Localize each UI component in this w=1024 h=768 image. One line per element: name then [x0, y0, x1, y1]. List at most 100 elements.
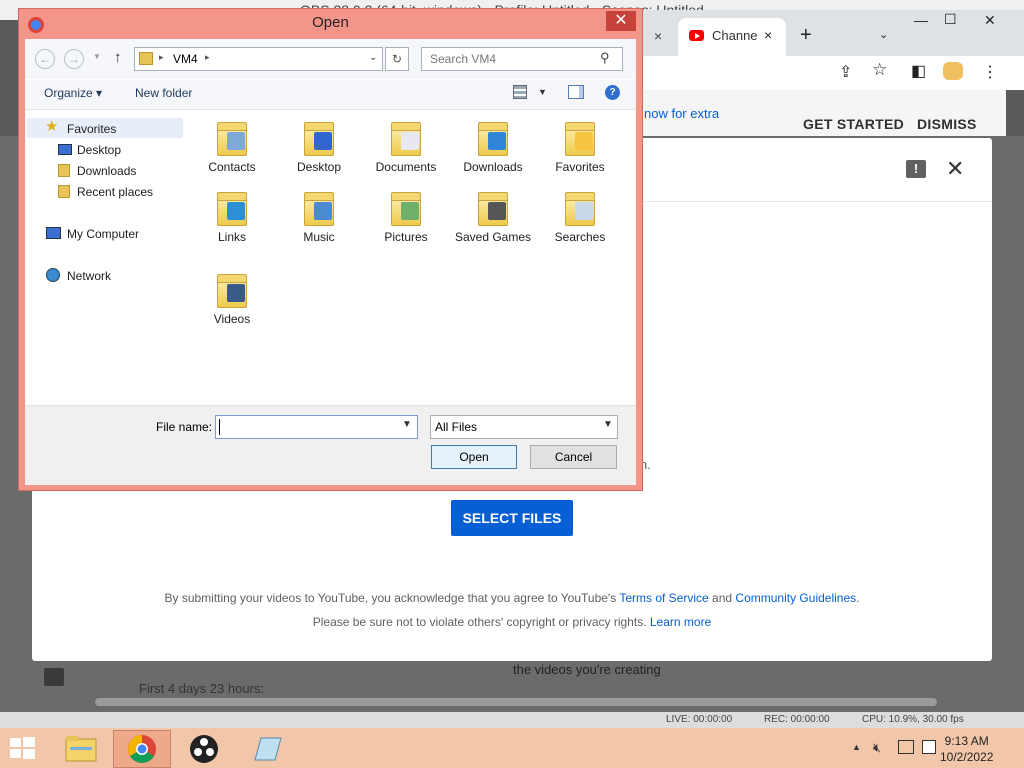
bookmark-star-icon[interactable]: ☆: [872, 60, 887, 80]
folder-item-favorites[interactable]: Favorites: [540, 118, 620, 175]
sidebar-item-downloads[interactable]: Downloads: [77, 164, 136, 178]
sidebar-item-recent-places[interactable]: Recent places: [77, 185, 153, 199]
new-tab-icon[interactable]: +: [800, 24, 812, 47]
address-dropdown-icon[interactable]: ⌄: [369, 52, 377, 63]
minimize-icon[interactable]: —: [914, 12, 928, 28]
folder-item-videos[interactable]: Videos: [192, 270, 272, 327]
up-level-icon[interactable]: ↑: [114, 49, 122, 66]
file-name-input[interactable]: [215, 415, 418, 439]
file-type-dropdown-icon[interactable]: ▼: [603, 419, 613, 430]
folder-item-links[interactable]: Links: [192, 188, 272, 245]
dialog-close-button[interactable]: ✕: [606, 11, 636, 31]
preview-pane-icon[interactable]: [568, 85, 584, 99]
dismiss-button[interactable]: DISMISS: [917, 116, 977, 132]
sidebar-item-desktop[interactable]: Desktop: [77, 143, 121, 157]
search-input[interactable]: Search VM4: [421, 47, 623, 71]
folder-icon: [563, 118, 597, 158]
taskbar-clock[interactable]: 9:13 AM 10/2/2022: [940, 733, 993, 765]
chrome-taskbar-icon[interactable]: [113, 730, 171, 768]
community-guidelines-link[interactable]: Community Guidelines: [735, 591, 856, 605]
folder-icon: [302, 188, 336, 228]
select-files-button[interactable]: SELECT FILES: [451, 500, 573, 536]
folder-item-desktop[interactable]: Desktop: [279, 118, 359, 175]
tab-search-chevron-icon[interactable]: ⌄: [879, 28, 888, 41]
notepad-taskbar-icon[interactable]: [237, 730, 295, 768]
open-button[interactable]: Open: [431, 445, 517, 469]
folder-item-pictures[interactable]: Pictures: [366, 188, 446, 245]
network-globe-icon: [46, 268, 60, 282]
folder-name: Downloads: [463, 160, 523, 174]
volume-muted-icon[interactable]: 🔇︎: [873, 740, 881, 756]
folder-name: Pictures: [384, 230, 428, 244]
obs-taskbar-icon[interactable]: [175, 730, 233, 768]
file-name-label: File name:: [156, 420, 213, 434]
feedback-icon[interactable]: !: [906, 160, 926, 178]
rec-timer: REC: 00:00:00: [764, 714, 830, 725]
folder-item-downloads[interactable]: Downloads: [453, 118, 533, 175]
folder-icon: [215, 188, 249, 228]
extension-icon[interactable]: [943, 62, 963, 80]
file-name-dropdown-icon[interactable]: ▼: [402, 419, 412, 430]
network-icon[interactable]: [898, 740, 914, 754]
folder-item-searches[interactable]: Searches: [540, 188, 620, 245]
folder-icon: [215, 270, 249, 310]
learn-more-link[interactable]: Learn more: [650, 615, 711, 629]
folder-icon: [389, 188, 423, 228]
window-close-icon[interactable]: ✕: [984, 12, 996, 29]
organize-button[interactable]: Organize ▾: [44, 86, 102, 100]
search-icon[interactable]: ⚲: [600, 50, 610, 66]
downloads-folder-icon: [58, 164, 70, 177]
live-timer: LIVE: 00:00:00: [666, 714, 733, 725]
share-icon[interactable]: ⇪: [839, 62, 852, 82]
background-stat-text: First 4 days 23 hours:: [139, 681, 264, 696]
breadcrumb-chevron-icon[interactable]: ▸: [205, 52, 210, 63]
comment-icon[interactable]: [44, 668, 64, 686]
folder-name: Links: [217, 230, 246, 244]
tray-expand-icon[interactable]: ▲: [852, 742, 861, 752]
side-panel-icon[interactable]: ◧: [911, 61, 926, 81]
back-icon[interactable]: ←: [35, 49, 55, 69]
folder-name: Saved Games: [454, 230, 532, 244]
new-folder-button[interactable]: New folder: [135, 86, 192, 100]
folder-icon: [563, 188, 597, 228]
recent-locations-chevron-icon[interactable]: ▼: [93, 52, 101, 61]
recent-places-icon: [58, 185, 70, 198]
folder-item-documents[interactable]: Documents: [366, 118, 446, 175]
file-type-select[interactable]: All Files: [430, 415, 618, 439]
sidebar-item-favorites[interactable]: Favorites: [67, 122, 116, 136]
legal-notice: By submitting your videos to YouTube, yo…: [32, 591, 992, 605]
horizontal-scrollbar[interactable]: [95, 698, 937, 706]
tab-title: Channel: [712, 28, 758, 43]
terms-of-service-link[interactable]: Terms of Service: [619, 591, 708, 605]
prev-tab-close-icon[interactable]: ×: [654, 28, 662, 44]
folder-small-icon: [139, 52, 153, 65]
view-options-icon[interactable]: [513, 85, 527, 99]
close-upload-icon[interactable]: ✕: [946, 156, 964, 182]
folder-item-contacts[interactable]: Contacts: [192, 118, 272, 175]
chrome-menu-icon[interactable]: ⋮: [982, 62, 998, 82]
action-center-icon[interactable]: [922, 740, 936, 754]
help-icon[interactable]: ?: [605, 85, 620, 100]
breadcrumb-chevron-icon[interactable]: ▸: [159, 52, 164, 63]
sidebar-item-network[interactable]: Network: [67, 269, 111, 283]
tab-close-icon[interactable]: ×: [764, 27, 772, 43]
forward-icon[interactable]: →: [64, 49, 84, 69]
windows-start-icon[interactable]: [8, 736, 36, 760]
legal-text: By submitting your videos to YouTube, yo…: [164, 591, 617, 605]
file-explorer-taskbar-icon[interactable]: [52, 730, 110, 768]
folder-item-saved-games[interactable]: Saved Games: [453, 188, 533, 245]
folder-name: Music: [303, 230, 335, 244]
obs-status-bar: LIVE: 00:00:00 REC: 00:00:00 CPU: 10.9%,…: [0, 712, 1024, 728]
sidebar-item-my-computer[interactable]: My Computer: [67, 227, 139, 241]
breadcrumb-vm4[interactable]: VM4: [173, 52, 198, 66]
maximize-icon[interactable]: ☐: [944, 11, 957, 28]
copyright-notice: Please be sure not to violate others' co…: [32, 615, 992, 629]
cancel-button[interactable]: Cancel: [530, 445, 617, 469]
clock-date: 10/2/2022: [940, 750, 994, 764]
address-bar[interactable]: ▸ VM4 ▸ ⌄: [134, 47, 383, 71]
view-dropdown-icon[interactable]: ▼: [538, 87, 547, 97]
refresh-icon[interactable]: ↻: [385, 47, 409, 71]
folder-item-music[interactable]: Music: [279, 188, 359, 245]
folder-name: Desktop: [296, 160, 342, 174]
get-started-button[interactable]: GET STARTED: [803, 116, 904, 132]
